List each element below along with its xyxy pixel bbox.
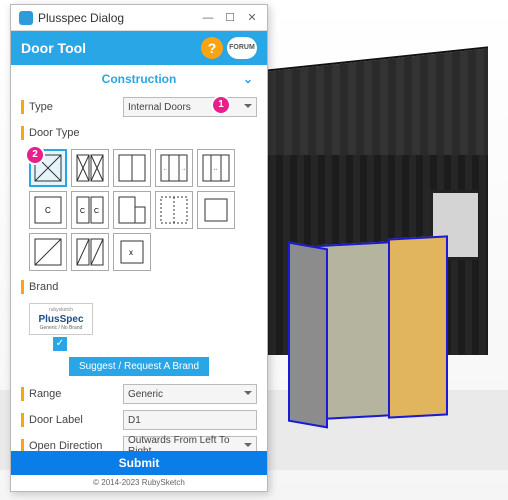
door-type-11[interactable] bbox=[29, 233, 67, 271]
titlebar: Plusspec Dialog — ☐ ✕ bbox=[11, 5, 267, 31]
door-type-label: Door Type bbox=[29, 127, 123, 139]
section-construction[interactable]: Construction ⌄ bbox=[11, 65, 267, 93]
door-type-4[interactable]: ←→ bbox=[155, 149, 193, 187]
door-type-2[interactable] bbox=[71, 149, 109, 187]
brand-block: rubysketch PlusSpec Generic / No Brand ✓ bbox=[29, 303, 257, 351]
range-label: Range bbox=[29, 388, 123, 400]
door-type-6[interactable]: C bbox=[29, 191, 67, 229]
plusspec-dialog: Plusspec Dialog — ☐ ✕ Door Tool ? FORUM … bbox=[10, 4, 268, 492]
svg-text:→: → bbox=[181, 166, 186, 172]
door-type-13[interactable]: x bbox=[113, 233, 151, 271]
chevron-down-icon: ⌄ bbox=[243, 72, 253, 86]
range-select[interactable]: Generic bbox=[123, 384, 257, 404]
suggest-brand-button[interactable]: Suggest / Request A Brand bbox=[69, 357, 209, 376]
window-title: Plusspec Dialog bbox=[38, 11, 124, 25]
section-label: Construction bbox=[102, 72, 177, 86]
minimize-button[interactable]: — bbox=[201, 11, 215, 25]
dialog-body: Type Internal Doors 1 Door Type 2 ←→ ↔ C… bbox=[11, 93, 267, 451]
door-label-input[interactable]: D1 bbox=[123, 410, 257, 430]
forum-button[interactable]: FORUM bbox=[227, 37, 257, 59]
door-label-label: Door Label bbox=[29, 414, 123, 426]
annotation-1: 1 bbox=[213, 97, 229, 113]
open-direction-label: Open Direction bbox=[29, 440, 123, 451]
svg-text:C: C bbox=[45, 206, 51, 215]
svg-text:↔: ↔ bbox=[213, 166, 218, 172]
brand-check-icon[interactable]: ✓ bbox=[53, 337, 67, 351]
door-type-1[interactable]: 2 bbox=[29, 149, 67, 187]
door-type-10[interactable] bbox=[197, 191, 235, 229]
type-label: Type bbox=[29, 101, 123, 113]
door-type-grid: 2 ←→ ↔ C CC x bbox=[29, 149, 257, 271]
door-model bbox=[278, 235, 458, 455]
brand-label: Brand bbox=[29, 281, 123, 293]
maximize-button[interactable]: ☐ bbox=[223, 11, 237, 25]
tool-header: Door Tool ? FORUM bbox=[11, 31, 267, 65]
help-button[interactable]: ? bbox=[201, 37, 223, 59]
type-select[interactable]: Internal Doors bbox=[123, 97, 257, 117]
door-type-5[interactable]: ↔ bbox=[197, 149, 235, 187]
svg-text:x: x bbox=[129, 248, 133, 257]
brand-logo[interactable]: rubysketch PlusSpec Generic / No Brand bbox=[29, 303, 93, 335]
door-type-12[interactable] bbox=[71, 233, 109, 271]
submit-button[interactable]: Submit bbox=[11, 451, 267, 475]
door-type-8[interactable] bbox=[113, 191, 151, 229]
door-type-9[interactable] bbox=[155, 191, 193, 229]
svg-text:←: ← bbox=[163, 166, 168, 172]
svg-text:C: C bbox=[80, 208, 85, 215]
door-type-3[interactable] bbox=[113, 149, 151, 187]
app-icon bbox=[19, 11, 33, 25]
copyright: © 2014-2023 RubySketch bbox=[11, 475, 267, 491]
svg-text:C: C bbox=[94, 208, 99, 215]
tool-title: Door Tool bbox=[21, 40, 86, 56]
door-type-7[interactable]: CC bbox=[71, 191, 109, 229]
annotation-2: 2 bbox=[27, 147, 43, 163]
open-direction-select[interactable]: Outwards From Left To Right bbox=[123, 436, 257, 451]
close-button[interactable]: ✕ bbox=[245, 11, 259, 25]
